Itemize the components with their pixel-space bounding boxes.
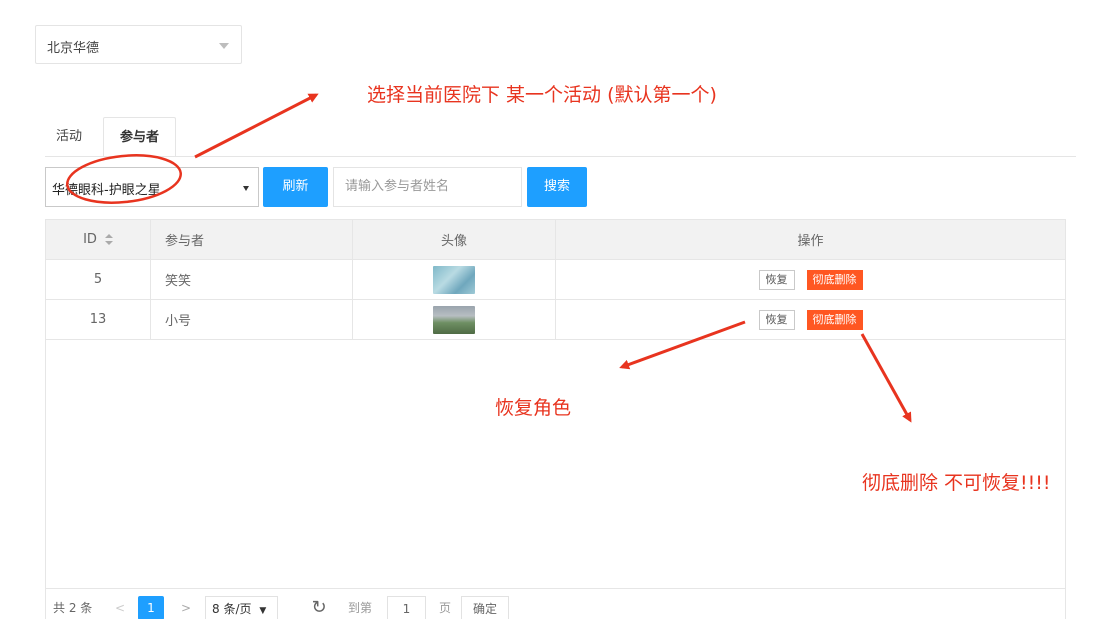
next-page-button[interactable]: > <box>178 596 194 619</box>
avatar <box>433 265 475 294</box>
row-operations: 恢复 彻底删除 <box>555 260 1065 299</box>
prev-page-button[interactable]: < <box>112 596 128 619</box>
annotation-restore-role: 恢复角色 <box>495 397 572 419</box>
table-row: 5 笑笑 恢复 彻底删除 <box>46 260 1065 300</box>
header-participant: 参与者 <box>150 220 352 259</box>
table-header: ID 参与者 头像 操作 <box>46 220 1065 260</box>
row-participant-name: 小号 <box>150 300 352 339</box>
delete-forever-button[interactable]: 彻底删除 <box>806 309 863 330</box>
page-jump-confirm-button[interactable]: 确定 <box>461 596 509 619</box>
restore-button[interactable]: 恢复 <box>758 269 795 290</box>
row-participant-name: 笑笑 <box>150 260 352 299</box>
annotation-delete-forever: 彻底删除 不可恢复!!!! <box>862 472 1051 494</box>
table-border <box>1065 219 1066 619</box>
refresh-icon[interactable]: ↻ <box>310 596 328 619</box>
restore-button[interactable]: 恢复 <box>758 309 795 330</box>
dropdown-arrow-icon <box>243 186 249 191</box>
page-jump-input[interactable]: 1 <box>387 596 426 619</box>
tab-participants[interactable]: 参与者 <box>103 117 176 157</box>
row-id: 13 <box>89 312 107 327</box>
row-avatar-cell <box>352 260 555 299</box>
table-row: 13 小号 恢复 彻底删除 <box>46 300 1065 340</box>
header-operations: 操作 <box>555 220 1065 259</box>
page-size-value: 8 条/页 <box>212 602 252 616</box>
participant-search-input[interactable]: 请输入参与者姓名 <box>333 167 522 207</box>
page-number-current[interactable]: 1 <box>138 596 164 619</box>
activity-select-value: 华德眼科-护眼之星 <box>52 183 161 198</box>
pagination-total: 共 2 条 <box>53 601 93 615</box>
chevron-down-icon <box>219 43 229 49</box>
tab-divider <box>45 156 1076 157</box>
sort-icon[interactable] <box>104 233 113 246</box>
header-id-label: ID <box>83 232 97 247</box>
pagination-divider <box>46 588 1065 589</box>
annotation-select-activity: 选择当前医院下 某一个活动 (默认第一个) <box>367 84 717 106</box>
activity-select[interactable]: 华德眼科-护眼之星 <box>45 167 259 207</box>
avatar <box>433 305 475 334</box>
pagination-goto-label: 到第 <box>348 601 373 615</box>
dropdown-arrow-icon: ▼ <box>259 606 267 616</box>
tab-activity[interactable]: 活动 <box>45 117 93 157</box>
header-id[interactable]: ID <box>46 220 150 259</box>
row-avatar-cell <box>352 300 555 339</box>
page-size-select[interactable]: 8 条/页 ▼ <box>205 596 278 619</box>
delete-forever-button[interactable]: 彻底删除 <box>806 269 863 290</box>
hospital-select[interactable]: 北京华德 <box>35 25 242 64</box>
header-avatar: 头像 <box>352 220 555 259</box>
row-id: 5 <box>93 272 103 287</box>
arrow-to-activity-note <box>194 93 319 159</box>
row-operations: 恢复 彻底删除 <box>555 300 1065 339</box>
hospital-select-value: 北京华德 <box>47 41 100 56</box>
refresh-button[interactable]: 刷新 <box>263 167 328 207</box>
search-button[interactable]: 搜索 <box>527 167 587 207</box>
pagination-unit-label: 页 <box>439 601 452 615</box>
